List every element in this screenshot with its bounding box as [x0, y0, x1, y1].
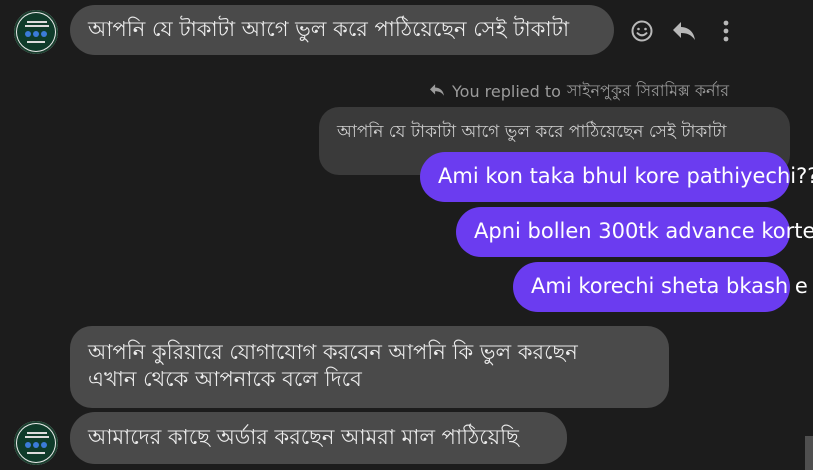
- avatar-logo: [17, 424, 55, 462]
- reply-note-name: সাইনপুকুর সিরামিক্স কর্নার: [566, 81, 730, 100]
- more-vertical-icon[interactable]: [714, 17, 738, 45]
- replied-to-note: You replied to সাইনপুকুর সিরামিক্স কর্না…: [428, 78, 772, 105]
- message-text: Ami korechi sheta bkash e: [531, 274, 808, 298]
- reply-note-prefix: You replied to: [452, 82, 561, 101]
- avatar-logo: [17, 13, 55, 51]
- sender-avatar[interactable]: [14, 421, 58, 465]
- message-text: Apni bollen 300tk advance korte: [474, 219, 813, 243]
- message-text-line: এখান থেকে আপনাকে বলে দিবে: [88, 367, 362, 391]
- reply-arrow-icon: [428, 82, 446, 101]
- message-text-line: আপনি কুরিয়ারে যোগাযোগ করবেন আপনি কি ভুল…: [88, 340, 578, 364]
- scrollbar-thumb[interactable]: [805, 436, 813, 470]
- message-text: আমাদের কাছে অর্ডার করছেন আমরা মাল পাঠিয়…: [88, 425, 519, 449]
- message-text: আপনি যে টাকাটা আগে ভুল করে পাঠিয়েছেন সে…: [88, 17, 570, 41]
- outgoing-message[interactable]: Ami korechi sheta bkash e: [513, 262, 808, 312]
- incoming-message[interactable]: আপনি কুরিয়ারে যোগাযোগ করবেন আপনি কি ভুল…: [70, 326, 669, 408]
- message-text: Ami kon taka bhul kore pathiyechi??: [438, 164, 813, 188]
- incoming-message[interactable]: আপনি যে টাকাটা আগে ভুল করে পাঠিয়েছেন সে…: [70, 5, 614, 55]
- quoted-text: আপনি যে টাকাটা আগে ভুল করে পাঠিয়েছেন সে…: [337, 122, 727, 142]
- outgoing-message[interactable]: Ami kon taka bhul kore pathiyechi??: [420, 152, 813, 202]
- incoming-message[interactable]: আমাদের কাছে অর্ডার করছেন আমরা মাল পাঠিয়…: [70, 412, 567, 464]
- smiley-icon[interactable]: [628, 17, 656, 45]
- reply-icon[interactable]: [670, 17, 698, 45]
- outgoing-message[interactable]: Apni bollen 300tk advance korte: [456, 207, 813, 257]
- sender-avatar[interactable]: [14, 10, 58, 54]
